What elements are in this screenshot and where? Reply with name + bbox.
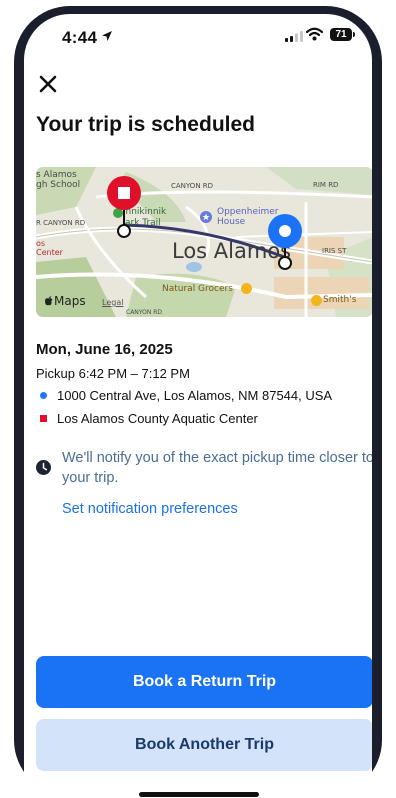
map-label-canyon-rd-south: CANYON RD xyxy=(126,309,163,316)
status-time: 4:44 xyxy=(62,28,98,47)
close-icon[interactable] xyxy=(36,72,60,96)
book-return-trip-button[interactable]: Book a Return Trip xyxy=(36,656,372,708)
home-indicator xyxy=(139,792,259,797)
map-label-os-center: os Center xyxy=(36,239,63,257)
map-label-school: s Alamos gh School xyxy=(36,170,81,190)
origin-dot-icon xyxy=(40,392,47,399)
map-label-iris-st: IRIS ST xyxy=(322,247,347,255)
map-label-natural-grocers: Natural Grocers xyxy=(162,284,233,294)
map-label-canyon-rd: CANYON RD xyxy=(171,182,214,190)
destination-stop: Los Alamos County Aquatic Center xyxy=(36,411,258,426)
cellular-signal-icon xyxy=(285,31,303,42)
store-icon xyxy=(311,295,322,306)
apple-maps-logo: Maps xyxy=(54,294,86,308)
map-label-canyon-rd-west: R CANYON RD xyxy=(36,219,86,227)
landmark-icon xyxy=(200,211,212,223)
clock-icon xyxy=(36,460,51,475)
notification-message: We'll notify you of the exact pickup tim… xyxy=(62,450,372,486)
origin-stop: 1000 Central Ave, Los Alamos, NM 87544, … xyxy=(36,388,332,403)
pickup-window: Pickup 6:42 PM – 7:12 PM xyxy=(36,366,190,381)
destination-pin-icon xyxy=(107,176,141,238)
battery-level: 71 xyxy=(335,29,347,40)
destination-square-icon xyxy=(40,415,47,422)
trip-map[interactable]: s Alamos gh School CANYON RD R CANYON RD… xyxy=(36,167,372,317)
page-title: Your trip is scheduled xyxy=(36,113,255,136)
battery-icon: 71 xyxy=(330,28,352,41)
map-label-smiths: Smith's xyxy=(323,295,357,305)
origin-pin-icon xyxy=(268,214,302,270)
status-bar: 4:44 71 xyxy=(24,14,372,58)
app-screen: 4:44 71 Your trip is scheduled s Alamos … xyxy=(24,14,372,798)
notification-preferences-link[interactable]: Set notification preferences xyxy=(62,501,238,517)
wifi-icon xyxy=(306,27,323,41)
grocery-icon xyxy=(241,283,252,294)
location-arrow-icon xyxy=(102,31,112,41)
destination-name: Los Alamos County Aquatic Center xyxy=(57,411,258,426)
battery-cap xyxy=(353,32,355,37)
trip-date: Mon, June 16, 2025 xyxy=(36,341,173,358)
map-legal-link[interactable]: Legal xyxy=(102,298,123,307)
book-another-trip-button[interactable]: Book Another Trip xyxy=(36,719,372,771)
origin-address: 1000 Central Ave, Los Alamos, NM 87544, … xyxy=(57,388,333,403)
map-label-rim-rd: RIM RD xyxy=(313,181,339,189)
apple-logo-icon xyxy=(45,296,53,306)
